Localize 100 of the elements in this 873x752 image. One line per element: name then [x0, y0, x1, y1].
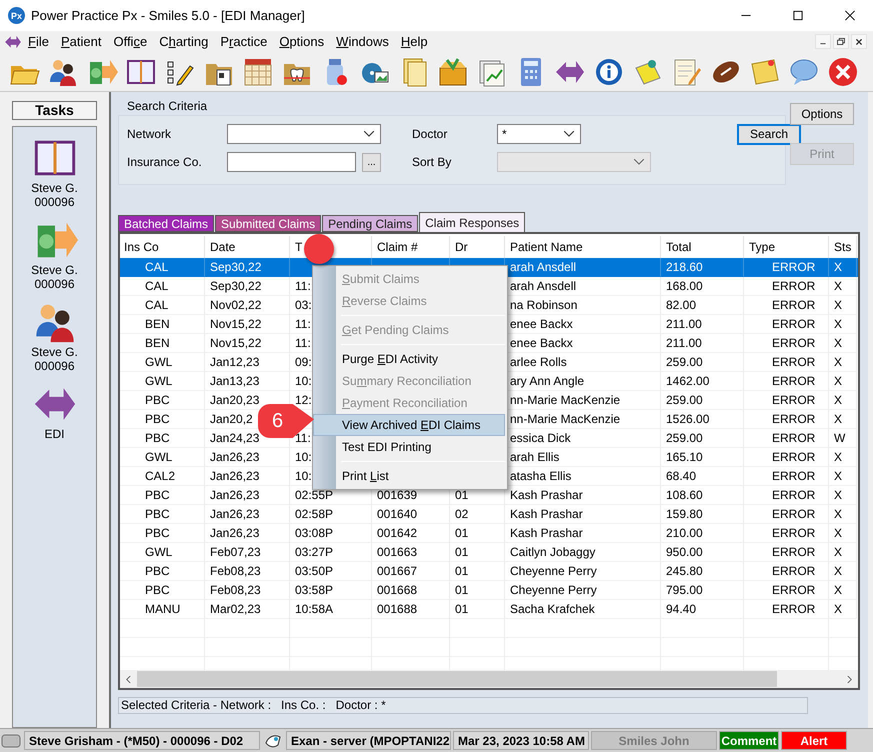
table-cell: Sacha Krafchek — [505, 600, 661, 619]
table-cell: 218.60 — [661, 258, 744, 277]
table-cell: X — [829, 372, 857, 391]
table-cell: 001667 — [372, 562, 450, 581]
table-cell: 01 — [450, 562, 505, 581]
column-header[interactable]: Total — [666, 240, 692, 254]
box-icon[interactable] — [437, 56, 469, 88]
table-cell: 82.00 — [661, 296, 744, 315]
table-cell: ERROR — [744, 353, 829, 372]
restore-icon[interactable] — [833, 34, 849, 49]
table-cell: ERROR — [744, 562, 829, 581]
column-header[interactable]: Type — [749, 240, 776, 254]
task-number: 000096 — [34, 195, 75, 209]
column-header[interactable]: Ins Co — [124, 240, 159, 254]
table-cell: Feb07,23 — [205, 543, 290, 562]
table-cell: ERROR — [744, 600, 829, 619]
browse-button[interactable]: ... — [362, 152, 381, 172]
scrollbar-thumb[interactable] — [137, 671, 777, 687]
tab[interactable]: Claim Responses — [419, 212, 526, 232]
menu-item[interactable]: Windows — [330, 34, 395, 49]
table-cell: Jan26,23 — [205, 505, 290, 524]
options-button[interactable]: Options — [790, 103, 854, 125]
table-cell: PBC — [120, 486, 205, 505]
menu-item[interactable]: Patient — [54, 34, 108, 49]
field-label: Doctor — [412, 127, 448, 141]
table-cell: Cheyenne Perry — [505, 581, 661, 600]
table-cell: 108.60 — [661, 486, 744, 505]
table-cell: 168.00 — [661, 277, 744, 296]
column-header[interactable]: Patient Name — [510, 240, 583, 254]
caret-icon[interactable] — [364, 131, 374, 137]
task-label[interactable]: EDI — [44, 427, 64, 441]
table-cell: ERROR — [744, 391, 829, 410]
field-label: Sort By — [412, 155, 452, 169]
table-cell: 245.80 — [661, 562, 744, 581]
table-cell: ERROR — [744, 334, 829, 353]
table-cell: PBC — [120, 581, 205, 600]
table-cell: X — [829, 296, 857, 315]
menu-item[interactable]: View Archived EDI Claims — [313, 414, 505, 436]
table-cell: ERROR — [744, 258, 829, 277]
column-header[interactable]: Claim # — [377, 240, 418, 254]
menu-item[interactable]: File — [22, 34, 55, 49]
tab[interactable]: Submitted Claims — [215, 215, 322, 232]
table-cell: 001668 — [372, 581, 450, 600]
table-cell: Jan12,23 — [205, 353, 290, 372]
table-cell: ERROR — [744, 524, 829, 543]
column-header[interactable]: T — [295, 240, 302, 254]
task-label[interactable]: Steve G. — [31, 263, 78, 277]
menu-item[interactable]: Charting — [153, 34, 214, 49]
table-cell: Jan26,23 — [205, 467, 290, 486]
table-cell: X — [829, 524, 857, 543]
table-cell: 211.00 — [661, 334, 744, 353]
doctor-dropdown[interactable]: * — [497, 124, 581, 144]
table-cell: 01 — [450, 543, 505, 562]
table-cell: Nov02,22 — [205, 296, 290, 315]
table-cell: ERROR — [744, 296, 829, 315]
close-icon[interactable] — [851, 34, 867, 49]
group-title: Search Criteria — [126, 98, 208, 115]
search-button[interactable]: Search — [737, 124, 801, 144]
tab[interactable]: Batched Claims — [118, 215, 214, 232]
column-header[interactable]: Dr — [455, 240, 468, 254]
table-cell: 02 — [450, 505, 505, 524]
table-cell: ERROR — [744, 467, 829, 486]
table-cell: ERROR — [744, 277, 829, 296]
table-cell: 03:58P — [290, 581, 372, 600]
table-cell: ERROR — [744, 410, 829, 429]
caret-icon[interactable] — [564, 131, 574, 137]
table-cell: ERROR — [744, 448, 829, 467]
table-cell: X — [829, 562, 857, 581]
column-header[interactable]: Sts — [834, 240, 852, 254]
table-cell: Jan13,23 — [205, 372, 290, 391]
status-field: Mar 23, 2023 10:58 AM — [453, 731, 589, 750]
column-header[interactable]: Date — [210, 240, 236, 254]
table-cell: Nov15,22 — [205, 315, 290, 334]
table-cell: 68.40 — [661, 467, 744, 486]
task-label[interactable]: Steve G. — [31, 345, 78, 359]
table-cell: PBC — [120, 391, 205, 410]
table-cell: 02:58P — [290, 505, 372, 524]
task-label[interactable]: Steve G. — [31, 181, 78, 195]
table-cell: GWL — [120, 353, 205, 372]
table-cell: Cheyenne Perry — [505, 562, 661, 581]
menu-item[interactable]: Options — [273, 34, 330, 49]
status-field: Smiles John — [591, 731, 717, 750]
table-cell: ERROR — [744, 372, 829, 391]
table-cell: GWL — [120, 543, 205, 562]
marker-dot — [304, 234, 334, 264]
table-cell: PBC — [120, 410, 205, 429]
table-cell: 259.00 — [661, 429, 744, 448]
table-cell: X — [829, 353, 857, 372]
menu-item[interactable]: Office — [107, 34, 154, 49]
menu-item[interactable]: Practice — [214, 34, 274, 49]
task-number: 000096 — [34, 359, 75, 373]
table-cell: X — [829, 315, 857, 334]
table-cell: ERROR — [744, 315, 829, 334]
tab[interactable]: Pending Claims — [322, 215, 418, 232]
network-dropdown[interactable] — [227, 124, 381, 144]
menu-item[interactable]: Help — [394, 34, 434, 49]
table-cell: ERROR — [744, 429, 829, 448]
insurance-field[interactable] — [227, 152, 356, 172]
selected-criteria: Selected Criteria - Network : Ins Co. : Doctor : * — [118, 697, 808, 714]
table-cell: X — [829, 334, 857, 353]
